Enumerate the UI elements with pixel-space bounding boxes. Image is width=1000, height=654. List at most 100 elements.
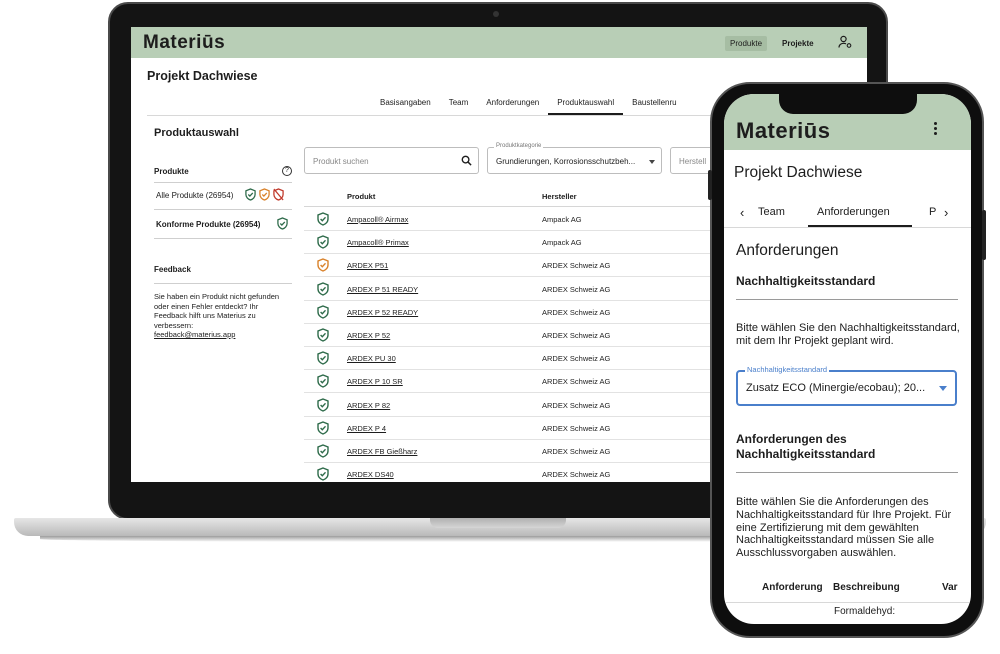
manufacturer-name: ARDEX Schweiz AG	[542, 400, 611, 410]
col-header-product[interactable]: Produkt	[347, 192, 375, 201]
shield-check-green-icon	[317, 212, 329, 226]
feedback-message: Sie haben ein Produkt nicht gefunden ode…	[154, 292, 280, 330]
product-name-link[interactable]: Ampacoll® Primax	[347, 238, 409, 247]
search-placeholder: Produkt suchen	[313, 157, 369, 166]
nav-projekte[interactable]: Projekte	[782, 39, 814, 48]
phone-tab-team[interactable]: Team	[758, 206, 785, 218]
manufacturer-name: ARDEX Schweiz AG	[542, 470, 611, 480]
col-header-anforderung[interactable]: Anforderung	[762, 582, 823, 593]
category-label: Produktkategorie	[494, 143, 544, 149]
product-name-link[interactable]: ARDEX PU 30	[347, 354, 396, 363]
phone-side-button	[982, 210, 986, 260]
product-name-link[interactable]: ARDEX P 4	[347, 424, 386, 433]
divider	[154, 182, 292, 183]
filter-konforme-shields	[277, 217, 288, 230]
question-circle-icon[interactable]: ?	[282, 166, 292, 176]
divider	[154, 283, 292, 284]
manufacturer-name: ARDEX Schweiz AG	[542, 354, 611, 364]
phone-subheading-requirements: Anforderungen des Nachhaltigkeitsstandar…	[736, 432, 876, 461]
tab-team[interactable]: Team	[440, 93, 478, 115]
select-value: Zusatz ECO (Minergie/ecobau); 20...	[746, 382, 926, 394]
shield-check-green-icon	[317, 351, 329, 365]
filter-all-shields	[245, 188, 284, 201]
tab-basisangaben[interactable]: Basisangaben	[371, 93, 440, 115]
shield-check-green-icon	[317, 444, 329, 458]
nav-produkte[interactable]: Produkte	[725, 36, 768, 51]
produkte-label: Produkte	[154, 167, 189, 176]
shield-check-orange-icon	[317, 258, 329, 273]
col-header-manufacturer[interactable]: Hersteller	[542, 192, 577, 201]
shield-check-green-icon	[317, 421, 329, 435]
product-name-link[interactable]: Ampacoll® Airmax	[347, 215, 408, 224]
phone-section-heading: Anforderungen	[736, 242, 839, 259]
divider	[736, 472, 958, 473]
product-name-link[interactable]: ARDEX DS40	[347, 470, 394, 479]
user-settings-icon[interactable]	[838, 35, 852, 49]
filter-all-products[interactable]: Alle Produkte (26954)	[156, 191, 233, 200]
feedback-email-link[interactable]: feedback@materius.app	[154, 330, 235, 339]
section-title: Produktauswahl	[154, 127, 239, 139]
more-vertical-icon[interactable]	[934, 122, 938, 137]
chevron-down-icon	[649, 160, 655, 164]
col-header-beschreibung[interactable]: Beschreibung	[833, 582, 900, 593]
shield-check-green-icon	[317, 397, 329, 412]
project-tabs: Basisangaben Team Anforderungen Produkta…	[371, 93, 686, 115]
nachhaltigkeitsstandard-select[interactable]: Nachhaltigkeitsstandard Zusatz ECO (Mine…	[736, 365, 957, 406]
manufacturer-name: ARDEX Schweiz AG	[542, 307, 611, 317]
phone-volume-button	[708, 170, 712, 200]
tab-anforderungen[interactable]: Anforderungen	[477, 93, 548, 115]
product-search-input[interactable]: Produkt suchen	[304, 147, 479, 174]
shield-check-green-icon	[317, 281, 329, 296]
chevron-down-icon	[939, 386, 947, 391]
product-name-link[interactable]: ARDEX P 52	[347, 331, 390, 340]
phone-page-title: Projekt Dachwiese	[734, 164, 863, 181]
product-name-link[interactable]: ARDEX P 10 SR	[347, 377, 403, 386]
category-select[interactable]: Produktkategorie Grundierungen, Korrosio…	[487, 143, 662, 174]
product-name-link[interactable]: ARDEX P 52 READY	[347, 308, 418, 317]
manufacturer-name: ARDEX Schweiz AG	[542, 423, 611, 433]
phone-tabs: ‹ Team Anforderungen P ›	[724, 198, 971, 228]
product-name-link[interactable]: ARDEX P 51 READY	[347, 285, 418, 294]
divider	[736, 299, 958, 300]
product-name-link[interactable]: ARDEX P 82	[347, 401, 390, 410]
chevron-right-icon[interactable]: ›	[944, 205, 948, 220]
feedback-text: Sie haben ein Produkt nicht gefunden ode…	[154, 292, 292, 340]
chevron-left-icon[interactable]: ‹	[740, 205, 744, 220]
filter-konforme-products[interactable]: Konforme Produkte (26954)	[156, 220, 260, 229]
shield-check-green-icon	[317, 235, 329, 249]
shield-check-green-icon	[277, 217, 288, 230]
manufacturer-name: ARDEX Schweiz AG	[542, 447, 611, 456]
divider	[724, 602, 971, 603]
laptop-camera	[493, 11, 499, 17]
shield-check-green-icon	[245, 188, 256, 201]
phone-subheading-standard: Nachhaltigkeitsstandard	[736, 274, 876, 288]
category-value: Grundierungen, Korrosionsschutzbeh...	[496, 157, 636, 166]
app-logo[interactable]: Materiūs	[143, 32, 225, 54]
manufacturer-name: ARDEX Schweiz AG	[542, 331, 611, 340]
phone-app-logo[interactable]: Materiūs	[736, 118, 830, 144]
manufacturer-placeholder: Herstell	[679, 157, 707, 166]
select-label: Nachhaltigkeitsstandard	[745, 365, 830, 374]
laptop-notch	[430, 518, 566, 528]
shield-check-green-icon	[317, 374, 329, 389]
phone-tab-anforderungen[interactable]: Anforderungen	[817, 206, 890, 218]
phone-paragraph-standard: Bitte wählen Sie den Nachhaltigkeitsstan…	[736, 322, 960, 347]
product-name-link[interactable]: ARDEX P51	[347, 261, 388, 270]
tab-baustellenrundgang[interactable]: Baustellenru	[623, 93, 685, 115]
phone-tab-next[interactable]: P	[929, 206, 936, 218]
app-header: Materiūs Produkte Projekte	[131, 27, 867, 58]
phone-screen: Materiūs Projekt Dachwiese ‹ Team Anford…	[724, 94, 971, 624]
phone-notch	[779, 94, 917, 114]
phone-paragraph-requirements: Bitte wählen Sie die Anforderungen des N…	[736, 496, 952, 560]
tab-produktauswahl[interactable]: Produktauswahl	[548, 93, 624, 115]
manufacturer-name: ARDEX Schweiz AG	[542, 261, 611, 271]
product-name-link[interactable]: ARDEX FB Gießharz	[347, 447, 417, 456]
col-header-var[interactable]: Var	[942, 582, 958, 593]
page-title: Projekt Dachwiese	[147, 69, 258, 83]
search-icon[interactable]	[461, 155, 472, 166]
manufacturer-name: Ampack AG	[542, 238, 582, 248]
shield-check-green-icon	[317, 328, 329, 342]
shield-check-green-icon	[317, 467, 329, 481]
shield-off-red-icon	[273, 188, 284, 201]
feedback-label: Feedback	[154, 265, 191, 274]
